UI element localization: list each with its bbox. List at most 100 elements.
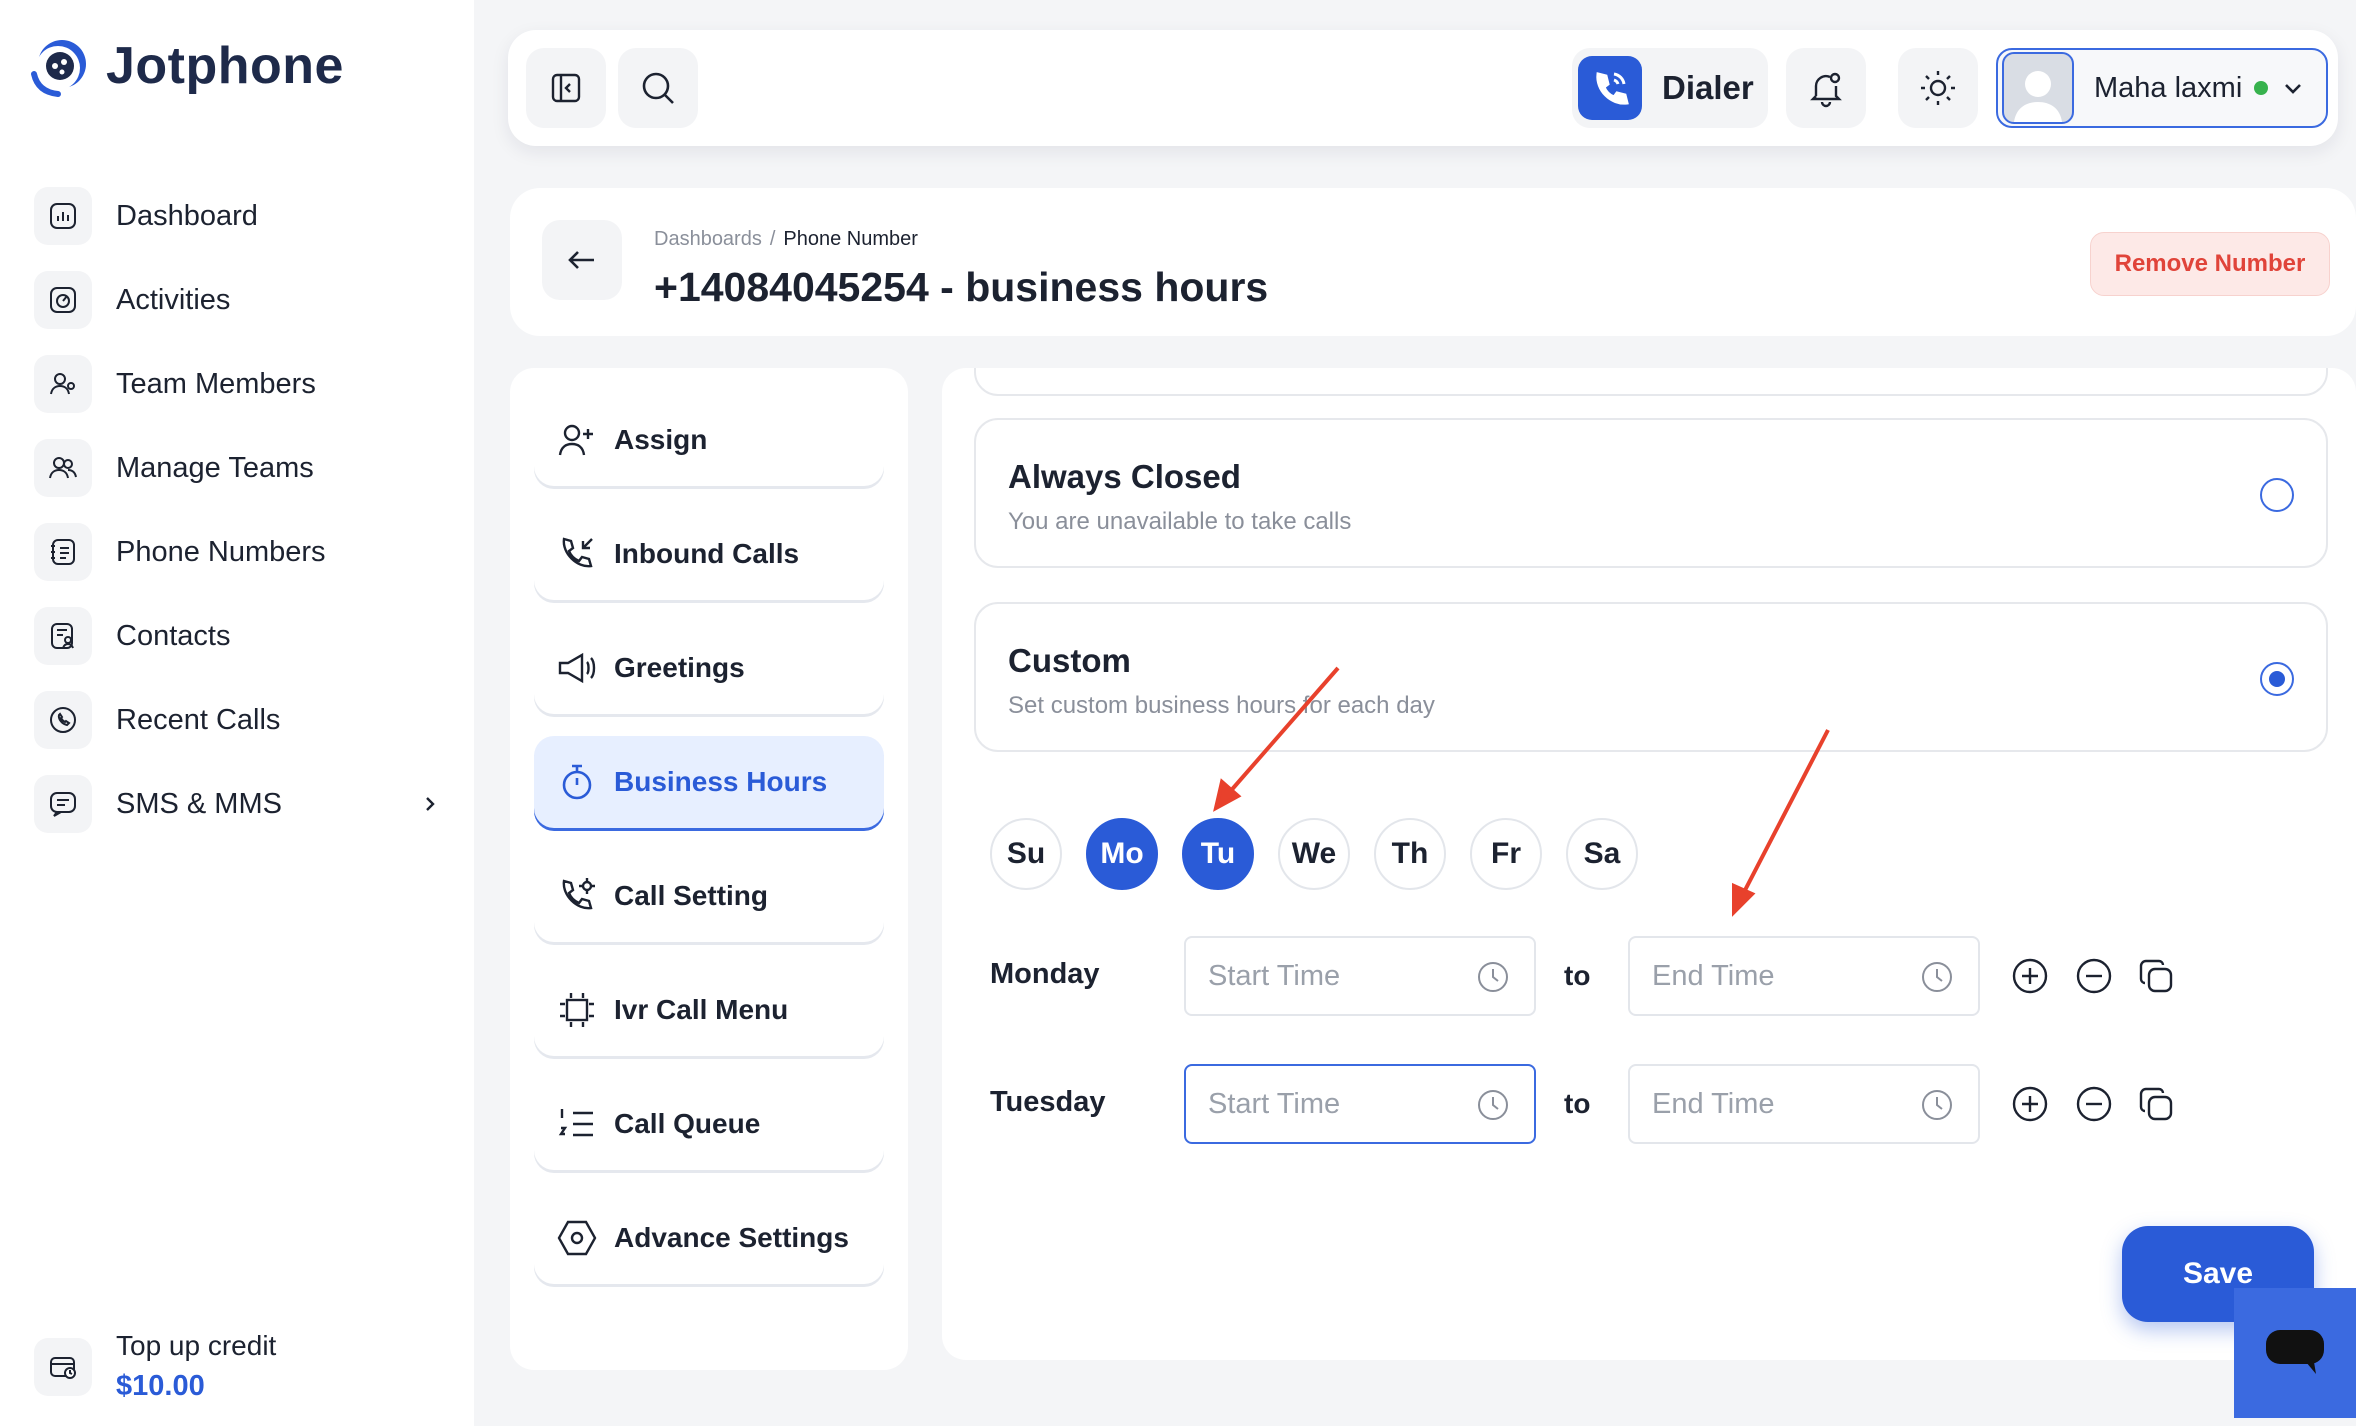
day-toggle-thursday[interactable]: Th [1374,818,1446,890]
start-time-input[interactable]: Start Time [1184,1064,1536,1144]
clock-icon [1922,962,1952,992]
ivr-icon [560,993,594,1027]
menu-item-business-hours[interactable]: Business Hours [534,736,884,828]
user-name: Maha laxmi [2094,71,2243,104]
sidebar-item-label: Activities [116,283,231,316]
avatar [2002,52,2074,124]
menu-item-assign[interactable]: Assign [534,394,884,486]
menu-item-label: Assign [614,424,708,455]
copy-slot-button[interactable] [2136,956,2176,996]
remove-slot-button[interactable] [2074,956,2114,996]
sidebar-item-team-members[interactable]: Team Members [34,342,444,426]
sidebar-item-sms-mms[interactable]: SMS & MMS [34,762,444,846]
breadcrumb-current: Phone Number [783,228,918,250]
to-label: to [1564,960,1591,991]
menu-item-inbound-calls[interactable]: Inbound Calls [534,508,884,600]
search-button[interactable] [618,48,698,128]
add-user-icon [558,424,593,456]
menu-item-ivr-call-menu[interactable]: Ivr Call Menu [534,964,884,1056]
option-always-closed[interactable]: Always Closed You are unavailable to tak… [974,418,2328,568]
chat-widget-button[interactable] [2234,1288,2356,1418]
option-custom[interactable]: Custom Set custom business hours for eac… [974,602,2328,752]
sidebar-item-dashboard[interactable]: Dashboard [34,174,444,258]
online-status-dot [2254,81,2269,95]
sidebar-item-contacts[interactable]: Contacts [34,594,444,678]
megaphone-icon [558,652,596,684]
day-toggle-wednesday[interactable]: We [1278,818,1350,890]
menu-item-greetings[interactable]: Greetings [534,622,884,714]
page-header: Dashboards / Phone Number +14084045254 - b… [510,188,2356,336]
option-subtitle: Set custom business hours for each day [1008,692,1435,719]
theme-toggle-button[interactable] [1898,48,1978,128]
menu-item-label: Inbound Calls [614,538,800,569]
option-title: Always Closed [1008,458,1241,495]
menu-item-advance-settings[interactable]: Advance Settings [534,1192,884,1284]
sidebar-item-label: SMS & MMS [116,787,282,820]
menu-item-label: Business Hours [614,766,828,797]
copy-icon [2139,959,2173,993]
menu-item-label: Ivr Call Menu [614,994,789,1025]
day-toggle-friday[interactable]: Fr [1470,818,1542,890]
breadcrumb-parent[interactable]: Dashboards [654,228,762,250]
clock-icon [1478,962,1508,992]
breadcrumb-separator: / [769,228,776,250]
radio-always-closed[interactable] [2260,478,2294,512]
radio-custom[interactable] [2260,662,2294,696]
sidebar-item-label: Recent Calls [116,703,281,736]
toggle-sidebar-button[interactable] [526,48,606,128]
sidebar-item-recent-calls[interactable]: Recent Calls [34,678,444,762]
dialer-phone-icon [1578,56,1642,120]
option-card-partial [974,368,2328,396]
sidebar-item-label: Dashboard [116,199,258,232]
chevron-down-icon [2285,84,2302,94]
day-toggle-sunday[interactable]: Su [990,818,1062,890]
chart-icon [34,187,92,245]
remove-number-button[interactable]: Remove Number [2090,232,2330,296]
menu-item-call-queue[interactable]: Call Queue [534,1078,884,1170]
phone-book-icon [34,523,92,581]
day-toggle-saturday[interactable]: Sa [1566,818,1638,890]
menu-item-call-setting[interactable]: Call Setting [534,850,884,942]
plus-circle-icon [2012,1086,2048,1122]
dialer-label: Dialer [1662,69,1754,106]
notifications-button[interactable] [1786,48,1866,128]
sidebar-item-label: Team Members [116,367,316,400]
call-settings-icon [562,878,595,910]
day-toggle-monday[interactable]: Mo [1086,818,1158,890]
start-time-placeholder: Start Time [1208,1087,1341,1120]
sidebar-item-label: Phone Numbers [116,535,326,568]
add-slot-button[interactable] [2010,956,2050,996]
copy-slot-button[interactable] [2136,1084,2176,1124]
day-selector: Su Mo Tu We Th Fr Sa [990,818,1638,890]
add-slot-button[interactable] [2010,1084,2050,1124]
end-time-input[interactable]: End Time [1628,1064,1980,1144]
dialer-button[interactable]: Dialer [1572,48,1768,128]
wallet-icon [34,1337,92,1396]
chat-icon [2266,1330,2324,1374]
top-up-credit[interactable]: Top up credit $10.00 [34,1330,276,1403]
menu-item-label: Greetings [614,652,745,683]
clock-icon [1922,1090,1952,1120]
top-bar: Dialer Maha laxmi [508,30,2338,146]
sidebar: Jotphone Dashboard Activities Team Membe… [0,0,474,1426]
back-button[interactable] [542,220,622,300]
credit-label: Top up credit [116,1330,277,1361]
end-time-input[interactable]: End Time [1628,936,1980,1016]
day-toggle-tuesday[interactable]: Tu [1182,818,1254,890]
remove-slot-button[interactable] [2074,1084,2114,1124]
sidebar-item-phone-numbers[interactable]: Phone Numbers [34,510,444,594]
sun-icon [1921,71,1955,105]
sidebar-item-manage-teams[interactable]: Manage Teams [34,426,444,510]
activity-icon [34,271,92,329]
clock-icon [1478,1090,1508,1120]
user-menu[interactable]: Maha laxmi [1996,48,2328,128]
sidebar-item-label: Manage Teams [116,451,314,484]
start-time-input[interactable]: Start Time [1184,936,1536,1016]
breadcrumb: Dashboards / Phone Number [654,228,918,251]
plus-circle-icon [2012,958,2048,994]
schedule-row-tuesday: Tuesday Start Time to End Time [990,1064,2250,1144]
schedule-row-monday: Monday Start Time to End Time [990,936,2250,1016]
inbound-call-icon [562,537,593,568]
sidebar-item-activities[interactable]: Activities [34,258,444,342]
logo[interactable]: Jotphone [28,34,344,98]
